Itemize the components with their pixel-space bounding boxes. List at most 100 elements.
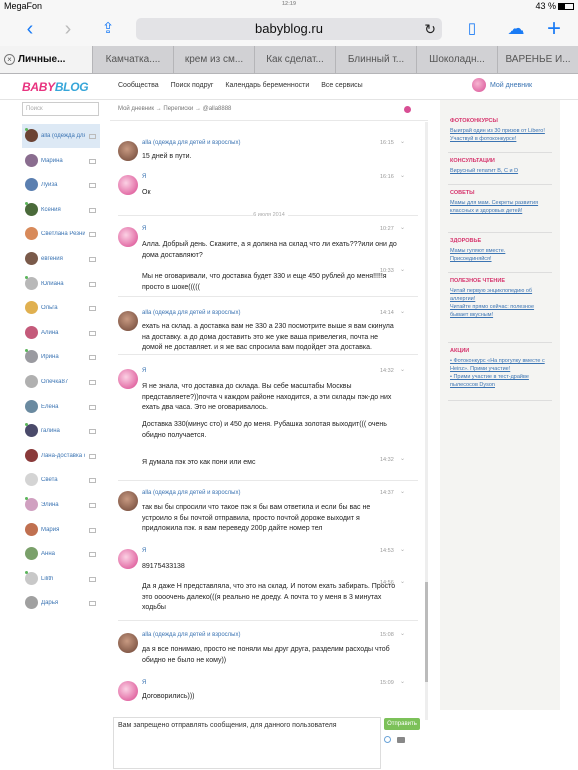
sidebar-link[interactable]: Читай первую энциклопедию об аллергии! — [450, 287, 548, 303]
tab-2[interactable]: Камчатка.... — [92, 46, 173, 73]
contact-item[interactable]: Lilith — [22, 567, 100, 591]
avatar[interactable] — [118, 175, 138, 195]
envelope-icon[interactable] — [89, 281, 96, 287]
contact-item[interactable]: Марина — [22, 149, 100, 173]
message-sender[interactable]: alla (одежда для детей и взрослых) — [142, 632, 240, 638]
sidebar-link[interactable]: Мамы для мам. Секреты развития классных … — [450, 199, 548, 215]
share-icon[interactable]: ⇪ — [96, 18, 120, 40]
sidebar-link[interactable]: Читайте прямо сейчас: полезное бывает вк… — [450, 303, 548, 319]
message-sender[interactable]: Я — [142, 368, 146, 374]
close-tab-icon[interactable]: × — [4, 54, 15, 65]
chevron-down-icon[interactable]: ⌄ — [400, 488, 405, 495]
contact-item[interactable]: Олечка87 — [22, 370, 100, 394]
envelope-icon[interactable] — [89, 134, 96, 139]
contact-item[interactable]: alla (одежда для детей и взрослых) — [22, 124, 100, 148]
sidebar-link[interactable]: • Фотоконкурс «На прогулку вместе с Hein… — [450, 357, 548, 373]
nav-pregnancy-calendar[interactable]: Календарь беременности — [225, 82, 309, 89]
my-diary-link[interactable]: Мой дневник — [472, 78, 532, 92]
contact-item[interactable]: Элина — [22, 493, 100, 517]
nav-find-friends[interactable]: Поиск подруг — [171, 82, 214, 89]
envelope-icon[interactable] — [89, 527, 96, 533]
message-sender[interactable]: Я — [142, 174, 146, 180]
photo-icon[interactable] — [397, 737, 405, 743]
contact-item[interactable]: Мария — [22, 518, 100, 542]
chevron-down-icon[interactable]: ⌄ — [400, 138, 405, 145]
contact-item[interactable]: евгения — [22, 247, 100, 271]
envelope-icon[interactable] — [89, 576, 96, 582]
message-sender[interactable]: Я — [142, 226, 146, 232]
avatar[interactable] — [118, 633, 138, 653]
message-sender[interactable]: alla (одежда для детей и взрослых) — [142, 140, 240, 146]
envelope-icon[interactable] — [89, 158, 96, 164]
chevron-down-icon[interactable]: ⌄ — [400, 308, 405, 315]
new-tab-icon[interactable]: + — [542, 17, 566, 41]
contact-item[interactable]: Луиза — [22, 173, 100, 197]
contact-item[interactable]: Ольга — [22, 296, 100, 320]
nav-all-services[interactable]: Все сервисы — [321, 82, 362, 89]
tab-personal[interactable]: × Личные... — [0, 46, 92, 73]
tab-5[interactable]: Блинный т... — [335, 46, 416, 73]
chevron-down-icon[interactable]: ⌄ — [400, 578, 405, 585]
avatar[interactable] — [118, 491, 138, 511]
sidebar-link[interactable]: Мамы гуляют вместе. Присоединяйся! — [450, 247, 548, 263]
avatar[interactable] — [118, 227, 138, 247]
avatar[interactable] — [118, 369, 138, 389]
contact-item[interactable]: Анна — [22, 542, 100, 566]
search-input[interactable]: Поиск — [22, 102, 99, 116]
message-sender[interactable]: alla (одежда для детей и взрослых) — [142, 490, 240, 496]
back-icon[interactable]: ‹ — [18, 18, 42, 40]
contact-item[interactable]: Ксения — [22, 198, 100, 222]
envelope-icon[interactable] — [89, 601, 96, 607]
nav-communities[interactable]: Сообщества — [118, 82, 159, 89]
send-button[interactable]: Отправить — [384, 718, 420, 730]
envelope-icon[interactable] — [89, 355, 96, 361]
contact-item[interactable]: Елена — [22, 395, 100, 419]
babyblog-logo[interactable]: BABYBLOG — [22, 80, 89, 94]
chevron-down-icon[interactable]: ⌄ — [400, 224, 405, 231]
envelope-icon[interactable] — [89, 183, 96, 189]
envelope-icon[interactable] — [89, 330, 96, 336]
chevron-down-icon[interactable]: ⌄ — [400, 172, 405, 179]
contact-item[interactable]: Лана-доставка одежды — [22, 444, 100, 468]
chevron-down-icon[interactable]: ⌄ — [400, 546, 405, 553]
chevron-down-icon[interactable]: ⌄ — [400, 678, 405, 685]
tab-3[interactable]: крем из см... — [173, 46, 254, 73]
chevron-down-icon[interactable]: ⌄ — [400, 455, 405, 462]
message-sender[interactable]: Я — [142, 680, 146, 686]
avatar[interactable] — [118, 141, 138, 161]
contact-item[interactable]: Света — [22, 468, 100, 492]
envelope-icon[interactable] — [89, 207, 96, 213]
sidebar-link[interactable]: • Прими участие в тест-драйве пылесосов … — [450, 373, 548, 389]
envelope-icon[interactable] — [89, 429, 96, 435]
tab-7[interactable]: ВАРЕНЬЕ И... — [497, 46, 578, 73]
contact-item[interactable]: Алина — [22, 321, 100, 345]
tab-6[interactable]: Шоколадн... — [416, 46, 497, 73]
cloud-tabs-icon[interactable]: ☁ — [504, 18, 528, 40]
message-input[interactable]: Вам запрещено отправлять сообщения, для … — [113, 717, 381, 769]
scrollbar-thumb[interactable] — [425, 582, 428, 682]
tab-4[interactable]: Как сделат... — [254, 46, 335, 73]
avatar[interactable] — [118, 681, 138, 701]
contact-item[interactable]: галина — [22, 419, 100, 443]
message-sender[interactable]: alla (одежда для детей и взрослых) — [142, 310, 240, 316]
chevron-down-icon[interactable]: ⌄ — [400, 366, 405, 373]
contact-item[interactable]: Дарья — [22, 591, 100, 615]
forward-icon[interactable]: › — [56, 18, 80, 40]
bookmarks-icon[interactable]: ▯ — [460, 18, 484, 40]
contact-item[interactable]: Ирина — [22, 345, 100, 369]
envelope-icon[interactable] — [89, 552, 96, 558]
chevron-down-icon[interactable]: ⌄ — [400, 266, 405, 273]
envelope-icon[interactable] — [89, 257, 96, 262]
avatar[interactable] — [118, 311, 138, 331]
envelope-icon[interactable] — [89, 478, 96, 484]
envelope-icon[interactable] — [89, 503, 96, 508]
message-sender[interactable]: Я — [142, 548, 146, 554]
sidebar-link[interactable]: Вирусный гепатит В, С и D — [450, 167, 548, 175]
smiley-icon[interactable] — [384, 736, 391, 743]
chevron-down-icon[interactable]: ⌄ — [400, 630, 405, 637]
address-bar[interactable]: babyblog.ru ↻ — [136, 18, 442, 40]
envelope-icon[interactable] — [89, 306, 96, 312]
sidebar-link[interactable]: Выиграй один из 30 призов от Libero! Уча… — [450, 127, 548, 143]
settings-icon[interactable] — [404, 106, 411, 113]
reload-icon[interactable]: ↻ — [424, 18, 436, 40]
